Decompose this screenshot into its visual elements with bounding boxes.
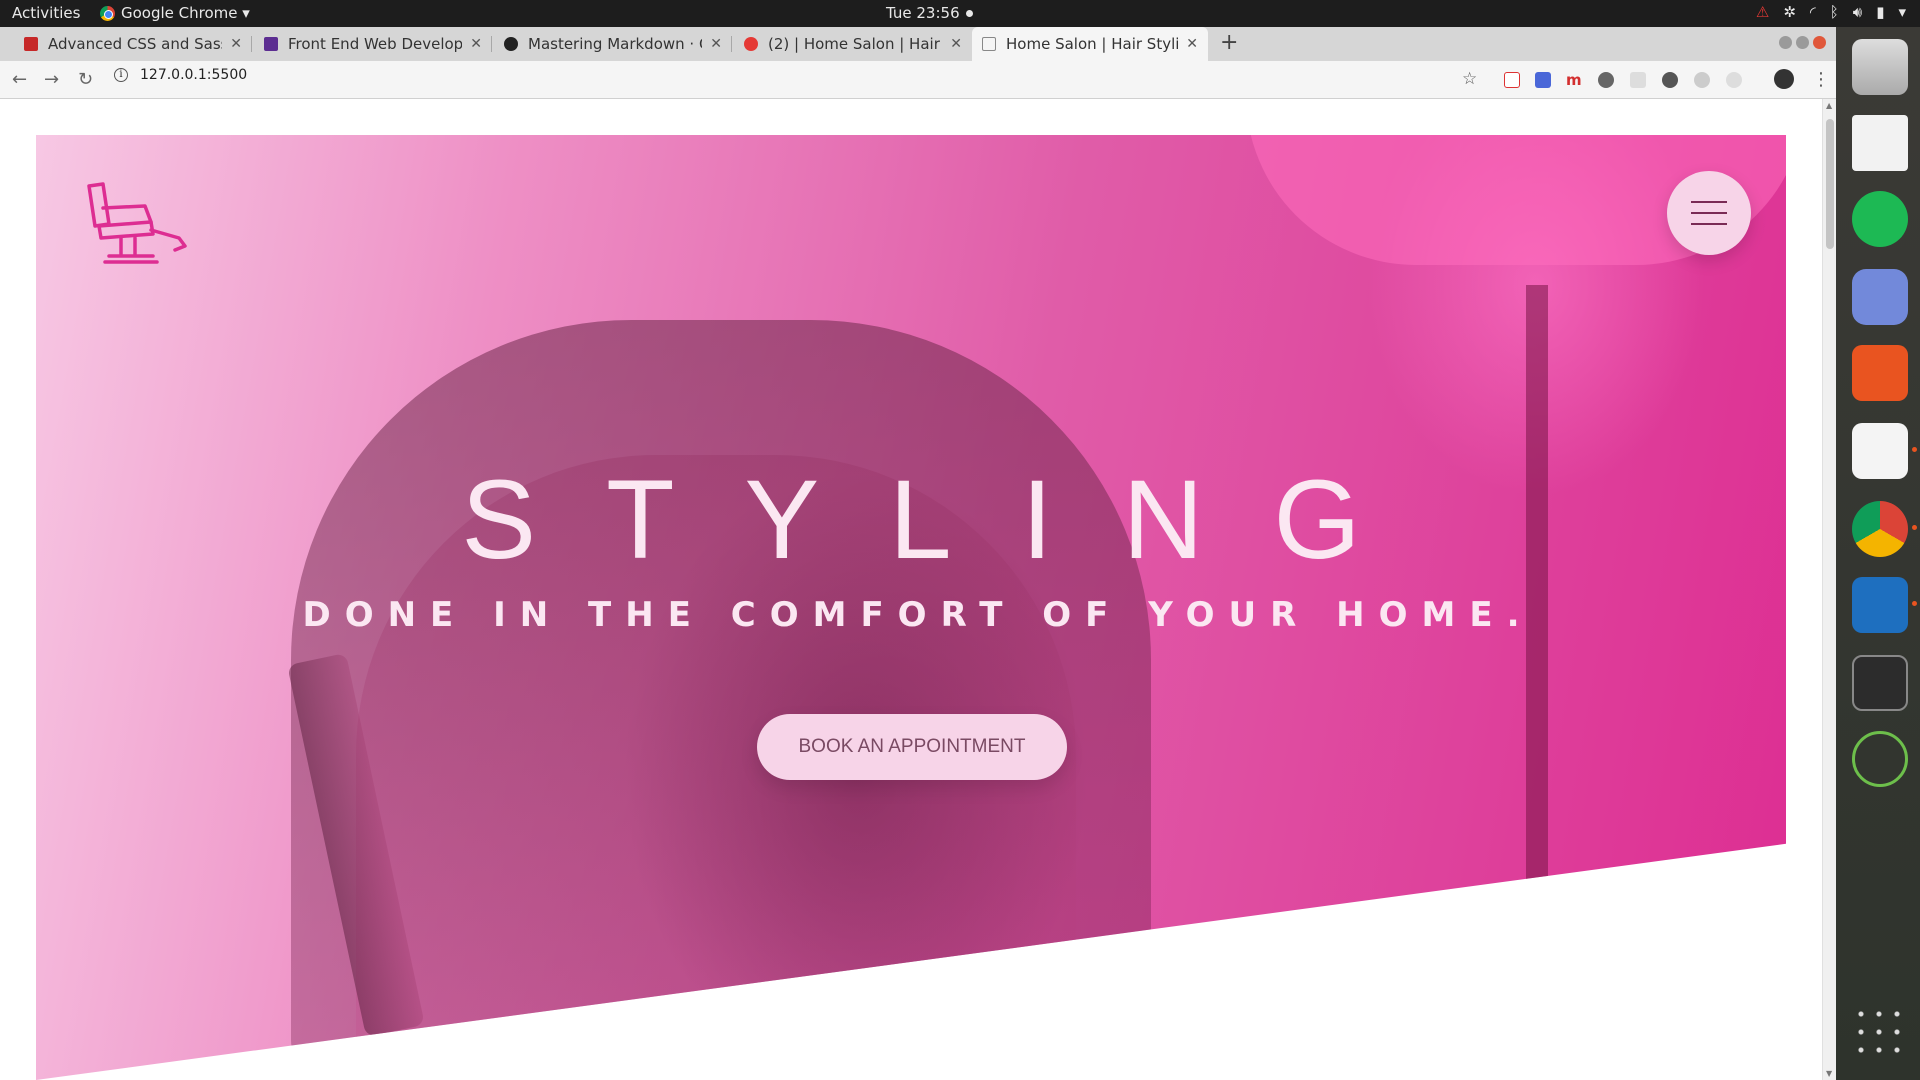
- page-viewport: STYLING DONE IN THE COMFORT OF YOUR HOME…: [0, 99, 1822, 1080]
- hamburger-line-icon: [1691, 223, 1727, 225]
- browser-toolbar: ← → ↻ i 127.0.0.1:5500 ☆ m ⋮: [0, 61, 1836, 99]
- tab-title: Home Salon | Hair Styling: [1006, 35, 1179, 53]
- menu-button[interactable]: [1667, 171, 1751, 255]
- menu-kebab-icon[interactable]: ⋮: [1812, 69, 1830, 90]
- image-viewer-icon[interactable]: [1852, 115, 1908, 171]
- extension-feather-icon[interactable]: [1694, 72, 1710, 88]
- wifi-icon[interactable]: ◜: [1810, 3, 1816, 21]
- close-icon[interactable]: ✕: [950, 36, 962, 52]
- forward-button[interactable]: →: [44, 69, 59, 90]
- tab-favicon-icon: [264, 37, 278, 51]
- clock-label: Tue 23:56: [886, 4, 960, 22]
- extension-code-icon[interactable]: [1535, 72, 1551, 88]
- reload-button[interactable]: ↻: [78, 69, 93, 90]
- url-text: 127.0.0.1:5500: [140, 67, 248, 83]
- hero-subheadline: DONE IN THE COMFORT OF YOUR HOME.: [302, 595, 1534, 635]
- vscode-icon[interactable]: [1852, 577, 1917, 633]
- tab-title: (2) | Home Salon | Hair Sty: [768, 35, 942, 53]
- info-icon[interactable]: i: [114, 68, 128, 82]
- battery-icon[interactable]: ▮: [1876, 3, 1884, 21]
- extension-calendar-icon[interactable]: [1504, 72, 1520, 88]
- warning-icon[interactable]: ⚠: [1756, 3, 1769, 21]
- tab-strip: Advanced CSS and Sass: F ✕ Front End Web…: [0, 27, 1836, 61]
- volume-icon[interactable]: 🔊︎: [1853, 3, 1862, 21]
- chevron-down-icon[interactable]: ▾: [1898, 3, 1906, 21]
- tab-markdown[interactable]: Mastering Markdown · Gi ✕: [494, 27, 732, 61]
- back-button[interactable]: ←: [12, 69, 27, 90]
- clock[interactable]: Tue 23:56: [886, 4, 973, 22]
- tab-home-salon-2[interactable]: (2) | Home Salon | Hair Sty ✕: [734, 27, 972, 61]
- hero-section: STYLING DONE IN THE COMFORT OF YOUR HOME…: [36, 135, 1786, 1080]
- files-icon[interactable]: [1852, 39, 1908, 95]
- page-icon: [982, 37, 996, 51]
- hamburger-line-icon: [1691, 201, 1727, 203]
- extension-circle-icon[interactable]: [1726, 72, 1742, 88]
- show-applications-icon[interactable]: [1852, 1005, 1908, 1061]
- tab-front-end[interactable]: Front End Web Develope ✕: [254, 27, 492, 61]
- notification-dot-icon: [965, 9, 973, 17]
- slack-icon[interactable]: [1852, 423, 1917, 479]
- close-icon[interactable]: ✕: [710, 36, 722, 52]
- bluetooth-icon[interactable]: ᛒ: [1830, 3, 1839, 21]
- system-top-bar: Activities Google Chrome ▾ Tue 23:56 ⚠ ✲…: [0, 0, 1920, 27]
- tab-title: Mastering Markdown · Gi: [528, 35, 703, 53]
- scroll-up-icon[interactable]: ▲: [1826, 101, 1832, 110]
- chrome-icon: [100, 5, 115, 21]
- extension-m-icon[interactable]: m: [1566, 72, 1582, 88]
- app-menu-label: Google Chrome ▾: [121, 4, 250, 22]
- settings-icon[interactable]: ✲: [1783, 3, 1796, 21]
- window-close-button[interactable]: [1813, 36, 1826, 49]
- discord-icon[interactable]: [1852, 269, 1908, 325]
- window-controls: [1779, 36, 1826, 49]
- activities-button[interactable]: Activities: [12, 4, 80, 22]
- extension-grid-icon[interactable]: [1630, 72, 1646, 88]
- minimize-button[interactable]: [1779, 36, 1792, 49]
- tab-favicon-icon: [24, 37, 38, 51]
- tab-advanced-css[interactable]: Advanced CSS and Sass: F ✕: [14, 27, 252, 61]
- ubuntu-dock: [1836, 27, 1920, 1080]
- tab-title: Advanced CSS and Sass: F: [48, 35, 222, 53]
- software-center-icon[interactable]: [1852, 345, 1908, 401]
- new-tab-button[interactable]: +: [1220, 30, 1238, 55]
- maximize-button[interactable]: [1796, 36, 1809, 49]
- page-scrollbar[interactable]: ▲ ▼: [1822, 99, 1836, 1080]
- address-bar[interactable]: i 127.0.0.1:5500: [114, 67, 247, 83]
- owl-app-icon[interactable]: [1852, 731, 1908, 787]
- terminal-icon[interactable]: [1852, 655, 1908, 711]
- close-icon[interactable]: ✕: [470, 36, 482, 52]
- tab-home-salon-active[interactable]: Home Salon | Hair Styling ✕: [972, 27, 1208, 61]
- system-tray[interactable]: ⚠ ✲ ◜ ᛒ 🔊︎ ▮ ▾: [1756, 3, 1906, 21]
- spotify-icon[interactable]: [1852, 191, 1908, 247]
- bookmark-star-icon[interactable]: ☆: [1462, 69, 1477, 89]
- close-icon[interactable]: ✕: [230, 36, 242, 52]
- app-menu[interactable]: Google Chrome ▾: [100, 4, 250, 22]
- avatar[interactable]: [1774, 69, 1794, 89]
- scroll-down-icon[interactable]: ▼: [1826, 1069, 1832, 1078]
- github-icon: [504, 37, 518, 51]
- close-icon[interactable]: ✕: [1186, 36, 1198, 52]
- tab-favicon-icon: [744, 37, 758, 51]
- extension-badge-icon[interactable]: [1662, 72, 1678, 88]
- salon-chair-logo-icon[interactable]: [81, 180, 191, 270]
- scrollbar-thumb[interactable]: [1826, 119, 1834, 249]
- chrome-icon[interactable]: [1852, 501, 1917, 557]
- tab-title: Front End Web Develope: [288, 35, 463, 53]
- hero-headline: STYLING: [461, 457, 1431, 582]
- lamp-pole-shape: [1526, 285, 1548, 985]
- hamburger-line-icon: [1691, 212, 1727, 214]
- extension-globe-icon[interactable]: [1598, 72, 1614, 88]
- book-appointment-button[interactable]: BOOK AN APPOINTMENT: [757, 714, 1067, 780]
